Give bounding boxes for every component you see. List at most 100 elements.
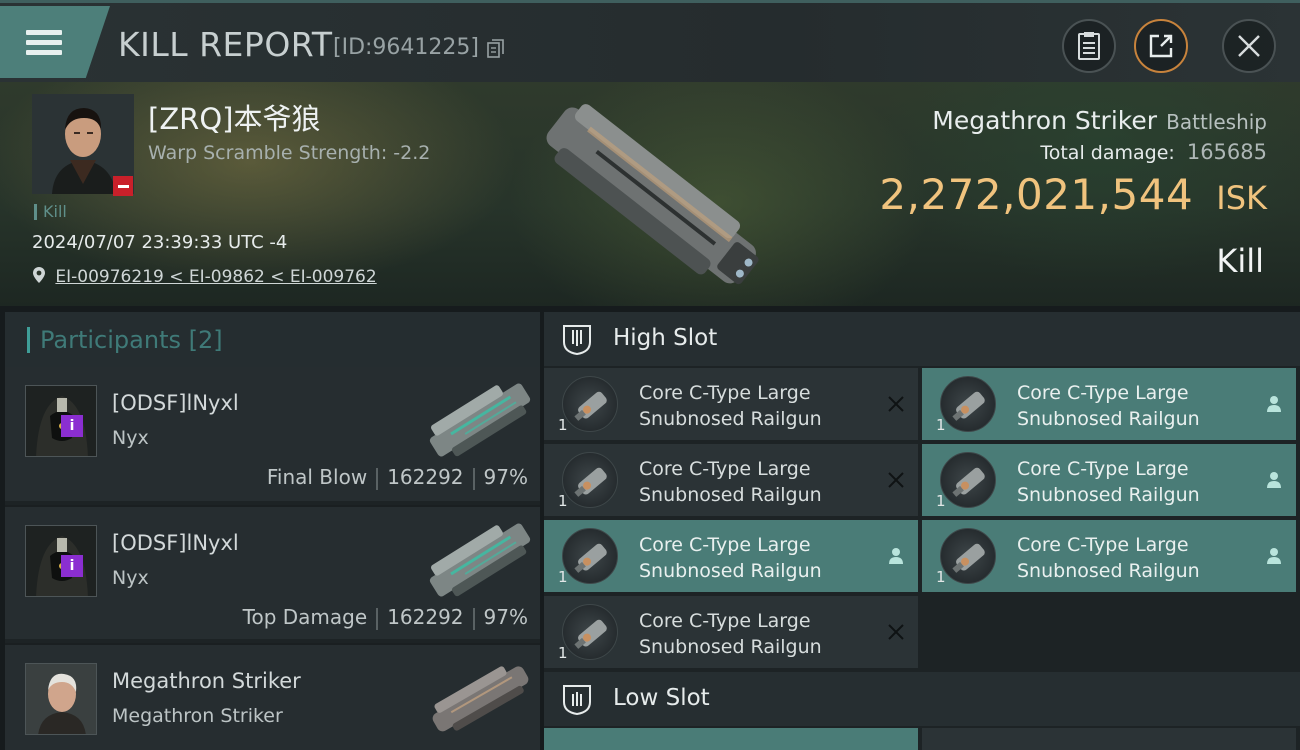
kill-datetime: 2024/07/07 23:39:33 UTC -4 — [32, 232, 288, 253]
module-name-line: Snubnosed Railgun — [639, 560, 822, 582]
railgun-icon — [562, 452, 618, 508]
dropped-person-icon — [889, 548, 903, 564]
participant-stats: Top Damage 162292 97% — [243, 605, 528, 630]
isk-value-line: 2,272,021,544 ISK — [879, 170, 1267, 219]
participant-stats: Final Blow 162292 97% — [267, 465, 528, 490]
participants-header: Participants [2] — [5, 312, 540, 367]
module-quantity: 1 — [936, 416, 946, 434]
participant-row[interactable]: i [ODSF]lNyxl Nyx Final Blow 162292 97% — [5, 367, 540, 501]
total-damage-value: 165685 — [1186, 140, 1267, 164]
module-name: Core C-Type Large Snubnosed Railgun — [639, 608, 869, 660]
module-quantity: 1 — [936, 492, 946, 510]
module-name-line: Core C-Type Large — [1017, 534, 1189, 556]
fitting-panel: High Slot 1 Core C-Type Large Snubnosed … — [544, 312, 1300, 750]
participant-row[interactable]: Megathron Striker Megathron Striker — [5, 643, 540, 750]
railgun-icon — [940, 376, 996, 432]
destroyed-x-icon — [888, 396, 904, 412]
participant-name[interactable]: Megathron Striker — [112, 669, 301, 693]
hostile-status-icon — [113, 176, 133, 196]
kill-result: Kill — [1216, 242, 1264, 280]
participant-ship: Nyx — [112, 567, 149, 589]
victim-name[interactable]: [ZRQ]本爷狼 — [148, 96, 320, 138]
pilot-portrait-icon — [26, 664, 96, 734]
participant-ship-image — [429, 523, 531, 597]
location[interactable]: EI-00976219 < EI-09862 < EI-009762 — [32, 266, 377, 287]
share-button[interactable] — [1134, 19, 1188, 73]
victim-header: [ZRQ]本爷狼 Warp Scramble Strength: -2.2 Ki… — [0, 82, 1300, 306]
info-badge-icon: i — [61, 555, 83, 577]
module-name-line: Snubnosed Railgun — [639, 636, 822, 658]
close-button[interactable] — [1222, 19, 1276, 73]
participant-damage: 162292 — [387, 465, 464, 489]
close-icon — [1238, 35, 1260, 57]
total-damage: Total damage: 165685 — [1040, 140, 1267, 164]
module-name-line: Snubnosed Railgun — [1017, 408, 1200, 430]
participant-damage: 162292 — [387, 605, 464, 629]
module-name-line: Core C-Type Large — [639, 534, 811, 556]
module-name: Core C-Type Large Snubnosed Railgun — [1017, 532, 1247, 584]
low-slot-title: Low Slot — [613, 685, 710, 711]
victim-ship-class: Battleship — [1166, 110, 1267, 134]
participants-title: Participants [2] — [27, 326, 223, 353]
total-damage-label: Total damage: — [1040, 142, 1175, 164]
module-item[interactable]: 1 Core C-Type Large Snubnosed Railgun — [544, 596, 918, 668]
participant-name[interactable]: [ODSF]lNyxl — [112, 531, 239, 555]
module-name: Core C-Type Large Snubnosed Railgun — [639, 456, 869, 508]
railgun-icon — [562, 604, 618, 660]
isk-value: 2,272,021,544 — [879, 170, 1194, 219]
module-name-line: Core C-Type Large — [639, 458, 811, 480]
module-name-line: Snubnosed Railgun — [1017, 484, 1200, 506]
participant-ship: Nyx — [112, 427, 149, 449]
participant-avatar[interactable] — [25, 663, 97, 735]
menu-button[interactable] — [0, 6, 110, 78]
railgun-icon — [562, 376, 618, 432]
module-name: Core C-Type Large Snubnosed Railgun — [639, 380, 869, 432]
module-item[interactable]: 1 Core C-Type Large Snubnosed Railgun — [544, 368, 918, 440]
participant-role: Final Blow — [266, 465, 368, 489]
participant-ship: Megathron Striker — [112, 705, 283, 727]
module-item[interactable] — [922, 728, 1296, 750]
kill-tag: Kill — [34, 204, 67, 220]
participant-role: Top Damage — [242, 605, 368, 629]
participant-name[interactable]: [ODSF]lNyxl — [112, 391, 239, 415]
participant-row[interactable]: i [ODSF]lNyxl Nyx Top Damage 162292 97% — [5, 505, 540, 639]
participant-ship-image — [429, 383, 531, 457]
module-item[interactable]: 1 Core C-Type Large Snubnosed Railgun — [544, 444, 918, 516]
railgun-icon — [940, 528, 996, 584]
module-quantity: 1 — [558, 644, 568, 662]
participant-percent: 97% — [483, 465, 528, 489]
module-name: Core C-Type Large Snubnosed Railgun — [639, 532, 869, 584]
victim-ship-line: Megathron Striker Battleship — [932, 106, 1267, 135]
copy-icon[interactable] — [487, 39, 505, 59]
module-name: Core C-Type Large Snubnosed Railgun — [1017, 456, 1247, 508]
high-slot-icon — [563, 325, 591, 356]
location-path[interactable]: EI-00976219 < EI-09862 < EI-009762 — [55, 267, 376, 287]
module-name-line: Snubnosed Railgun — [639, 408, 822, 430]
module-quantity: 1 — [558, 416, 568, 434]
page-title: KILL REPORT — [118, 25, 333, 64]
low-slot-header: Low Slot — [544, 672, 1300, 726]
menu-icon — [26, 25, 62, 60]
participant-percent: 97% — [483, 605, 528, 629]
module-item[interactable] — [544, 728, 918, 750]
top-bar: KILL REPORT [ID:9641225] — [0, 0, 1300, 82]
report-id: [ID:9641225] — [333, 35, 479, 60]
isk-unit: ISK — [1216, 179, 1267, 217]
clipboard-button[interactable] — [1062, 19, 1116, 73]
railgun-icon — [940, 452, 996, 508]
module-name: Core C-Type Large Snubnosed Railgun — [1017, 380, 1247, 432]
module-item[interactable]: 1 Core C-Type Large Snubnosed Railgun — [922, 444, 1296, 516]
victim-ship-name[interactable]: Megathron Striker — [932, 106, 1157, 135]
share-icon — [1149, 34, 1173, 58]
module-item[interactable]: 1 Core C-Type Large Snubnosed Railgun — [922, 368, 1296, 440]
module-name-line: Core C-Type Large — [1017, 458, 1189, 480]
module-item[interactable]: 1 Core C-Type Large Snubnosed Railgun — [922, 520, 1296, 592]
high-slot-title: High Slot — [613, 325, 718, 351]
destroyed-x-icon — [888, 624, 904, 640]
railgun-icon — [562, 528, 618, 584]
location-pin-icon — [33, 267, 45, 283]
participant-ship-image — [432, 666, 529, 732]
module-name-line: Snubnosed Railgun — [639, 484, 822, 506]
module-name-line: Core C-Type Large — [1017, 382, 1189, 404]
module-item[interactable]: 1 Core C-Type Large Snubnosed Railgun — [544, 520, 918, 592]
